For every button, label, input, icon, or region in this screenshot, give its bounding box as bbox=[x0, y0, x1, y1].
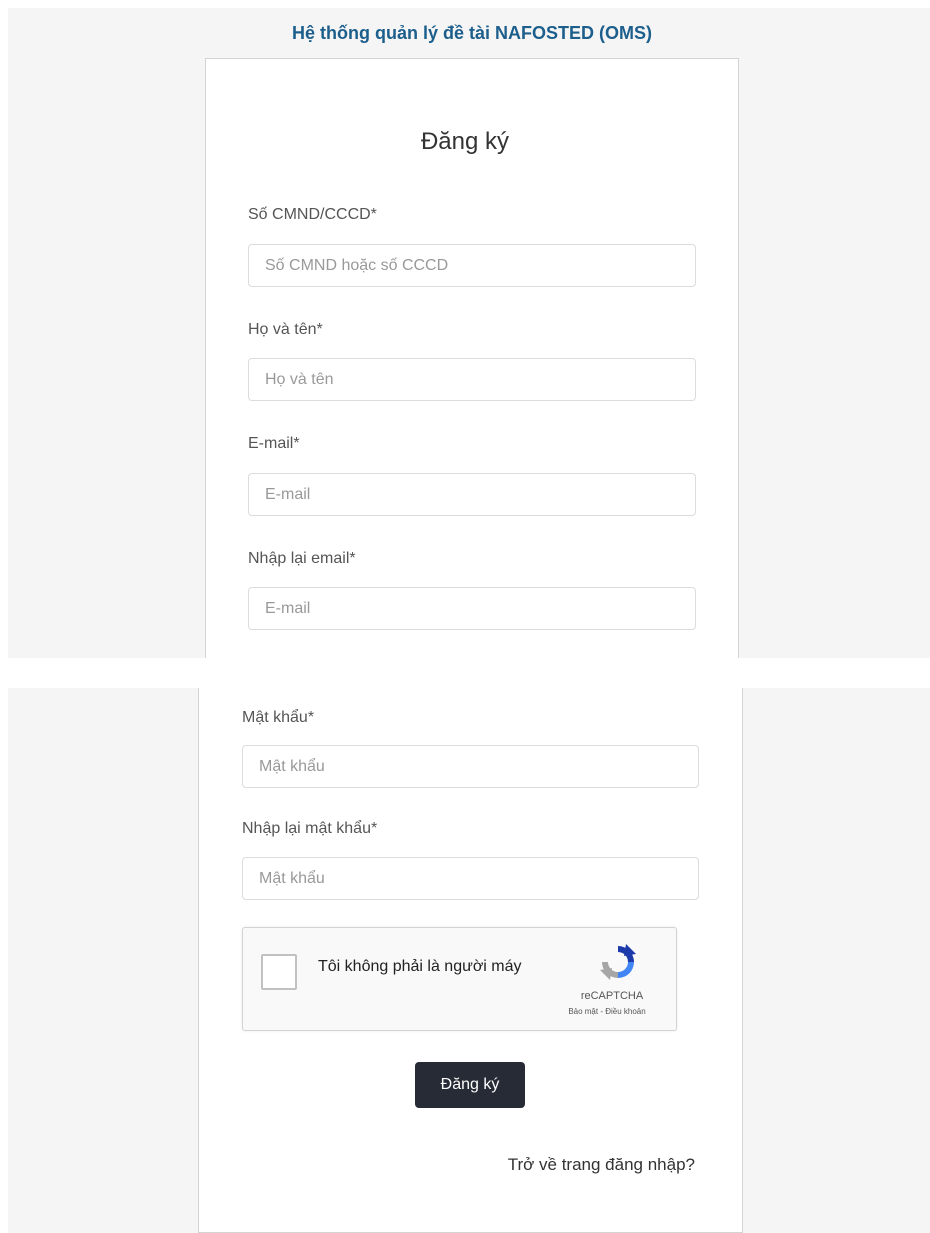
recaptcha-widget: Tôi không phải là người máy reCAPTCHA Bả… bbox=[242, 927, 677, 1031]
email-confirm-input[interactable] bbox=[248, 587, 696, 630]
recaptcha-checkbox[interactable] bbox=[261, 954, 297, 990]
email-input[interactable] bbox=[248, 473, 696, 516]
full-name-input[interactable] bbox=[248, 358, 696, 401]
password-confirm-input[interactable] bbox=[242, 857, 699, 900]
recaptcha-label: Tôi không phải là người máy bbox=[318, 958, 522, 975]
id-number-label: Số CMND/CCCD* bbox=[248, 206, 377, 223]
password-label: Mật khẩu* bbox=[242, 709, 315, 726]
recaptcha-privacy-terms[interactable]: Bảo mật - Điều khoản bbox=[539, 1007, 675, 1016]
recaptcha-brand: reCAPTCHA bbox=[580, 990, 644, 1002]
full-name-label: Họ và tên* bbox=[248, 321, 323, 338]
password-confirm-label: Nhập lại mật khẩu* bbox=[242, 820, 378, 837]
back-to-login-link[interactable]: Trở về trang đăng nhập? bbox=[508, 1155, 695, 1175]
id-number-input[interactable] bbox=[248, 244, 696, 287]
email-confirm-label: Nhập lại email* bbox=[248, 550, 356, 567]
app-title: Hệ thống quản lý đề tài NAFOSTED (OMS) bbox=[292, 23, 652, 43]
form-title: Đăng ký bbox=[420, 128, 510, 155]
register-button[interactable]: Đăng ký bbox=[415, 1062, 525, 1108]
recaptcha-icon bbox=[600, 944, 636, 980]
password-input[interactable] bbox=[242, 745, 699, 788]
email-label: E-mail* bbox=[248, 435, 300, 452]
